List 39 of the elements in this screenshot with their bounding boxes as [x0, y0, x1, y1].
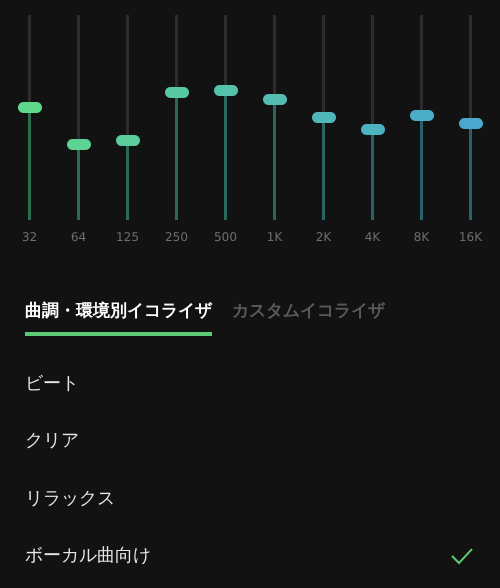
eq-slider[interactable] [458, 15, 484, 220]
frequency-label: 2K [316, 231, 332, 243]
eq-slider[interactable] [66, 15, 92, 220]
frequency-label: 1K [266, 231, 282, 243]
frequency-label: 4K [364, 231, 380, 243]
frequency-label: 250 [165, 231, 188, 243]
frequency-label: 125 [116, 231, 139, 243]
frequency-label: 8K [414, 231, 430, 243]
slider-thumb[interactable] [312, 112, 336, 123]
preset-label: ボーカル曲向け [25, 544, 151, 568]
slider-thumb[interactable] [458, 118, 482, 130]
slider-thumb[interactable] [164, 87, 188, 98]
slider-thumb[interactable] [116, 134, 140, 146]
preset-item[interactable]: リラックス [25, 469, 475, 527]
frequency-label: 500 [214, 231, 237, 243]
eq-slider[interactable] [408, 15, 434, 220]
slider-thumb[interactable] [66, 138, 90, 150]
eq-slider[interactable] [262, 15, 288, 220]
eq-slider[interactable] [310, 15, 336, 220]
frequency-label: 64 [70, 231, 86, 243]
eq-slider[interactable] [114, 15, 140, 220]
frequency-label: 16K [458, 231, 482, 243]
preset-label: ビート [25, 372, 79, 396]
slider-thumb[interactable] [410, 110, 434, 121]
slider-thumb[interactable] [262, 94, 286, 105]
frequency-label: 32 [22, 231, 38, 243]
preset-label: リラックス [25, 486, 115, 510]
eq-slider[interactable] [360, 15, 386, 220]
preset-item[interactable]: ボーカル曲向け [25, 526, 475, 584]
preset-item[interactable]: ビート [25, 354, 475, 412]
preset-label: クリア [25, 429, 79, 453]
slider-thumb[interactable] [360, 124, 384, 136]
slider-thumb[interactable] [214, 85, 238, 96]
eq-slider[interactable] [16, 15, 42, 220]
eq-slider[interactable] [212, 15, 238, 220]
slider-thumb[interactable] [18, 102, 42, 113]
preset-item[interactable]: クリア [25, 412, 475, 470]
eq-slider[interactable] [164, 15, 190, 220]
tab[interactable]: 曲調・環境別イコライザ [25, 301, 212, 336]
